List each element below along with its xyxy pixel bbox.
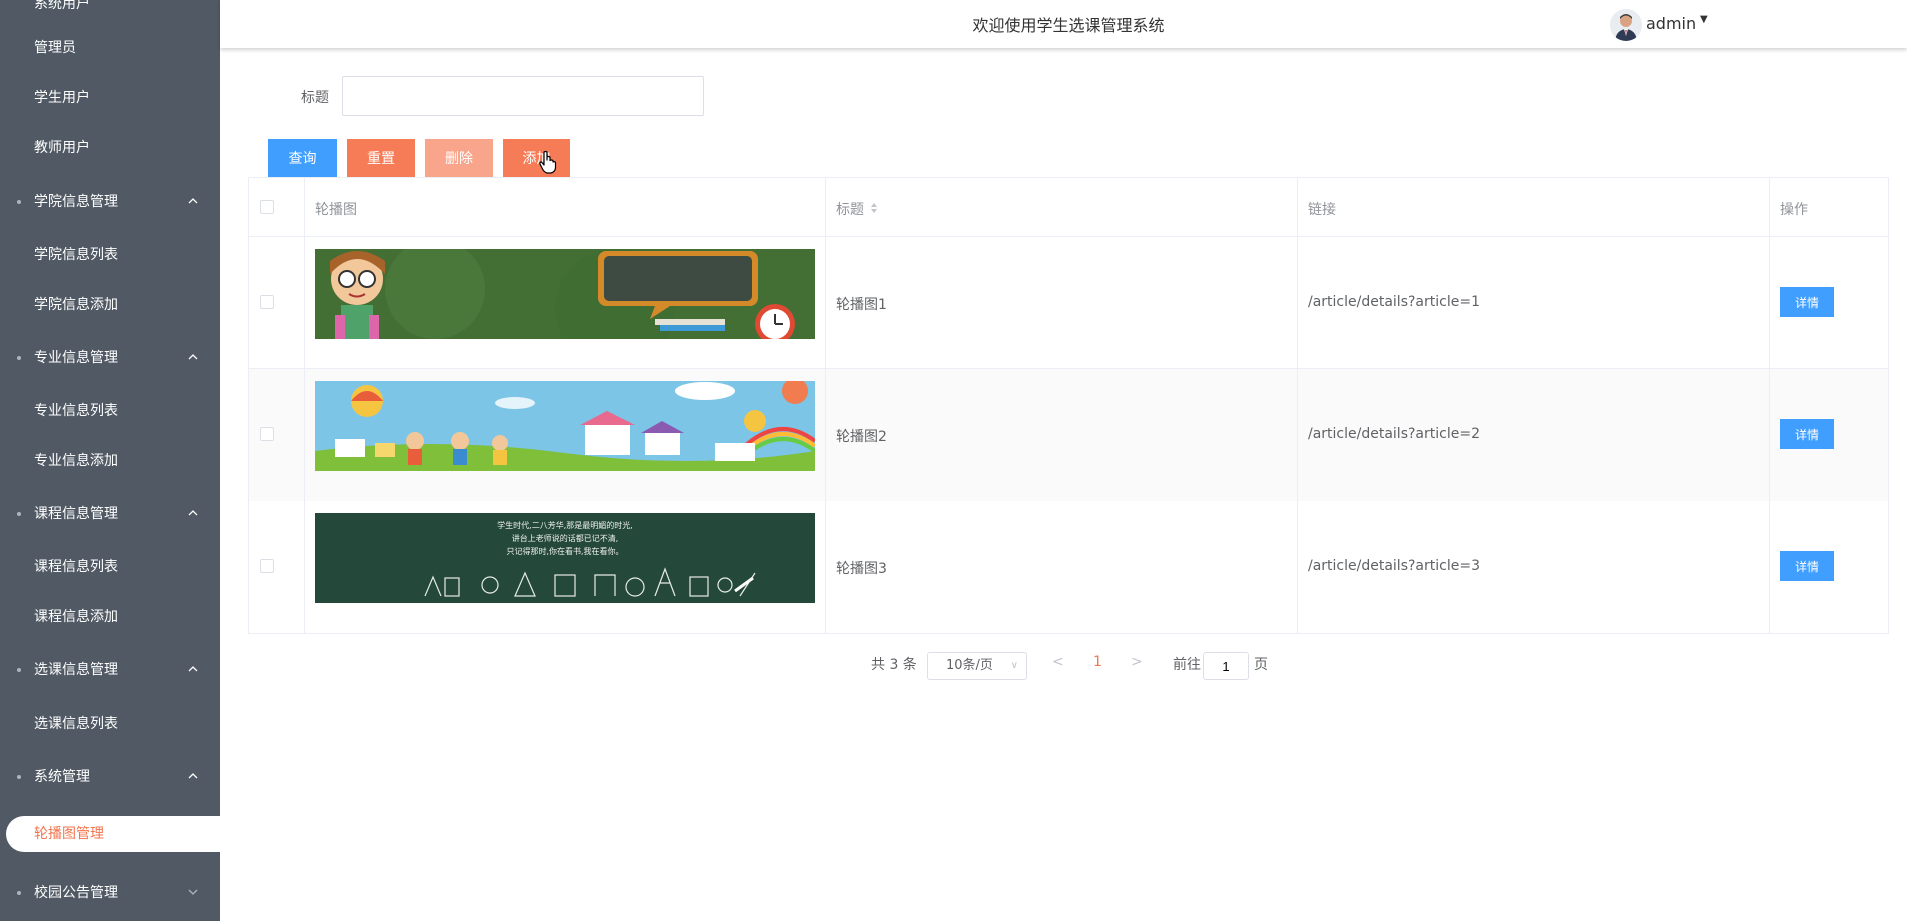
delete-button[interactable]: 删除	[425, 139, 493, 177]
sidebar-group-label: 学院信息管理	[34, 194, 118, 210]
bullet-icon	[17, 891, 21, 895]
sidebar-item-selection-list[interactable]: 选课信息列表	[0, 704, 220, 744]
table-row: 轮播图2 /article/details?article=2 详情	[249, 369, 1888, 501]
bullet-icon	[17, 200, 21, 204]
chevron-up-icon	[188, 650, 202, 690]
sidebar-item-label: 学生用户	[34, 90, 90, 106]
user-name: admin	[1646, 14, 1697, 33]
carousel-image: 学生时代,二八芳华,那是最明媚的时光, 讲台上老师说的话都已记不清, 只记得那时…	[315, 513, 815, 603]
sidebar-item-teacher-users[interactable]: 教师用户	[0, 128, 220, 168]
sidebar-item-label: 专业信息添加	[34, 453, 118, 469]
sidebar-item-label: 专业信息列表	[34, 403, 118, 419]
sidebar-item-label: 教师用户	[34, 140, 90, 156]
sidebar-group-label: 选课信息管理	[34, 662, 118, 678]
bullet-icon	[17, 356, 21, 360]
row-title: 轮播图3	[836, 561, 887, 577]
row-title: 轮播图1	[836, 297, 887, 313]
banner-text-line: 只记得那时,你在看书,我在看你。	[506, 547, 624, 556]
sidebar-group-selection[interactable]: 选课信息管理	[0, 650, 220, 690]
carousel-image	[315, 381, 815, 471]
chevron-up-icon	[188, 182, 202, 222]
row-checkbox[interactable]	[260, 559, 274, 573]
total-count: 共 3 条	[871, 657, 917, 673]
sidebar-group-label: 课程信息管理	[34, 506, 118, 522]
row-link: /article/details?article=1	[1308, 294, 1480, 310]
row-title: 轮播图2	[836, 429, 887, 445]
query-button[interactable]: 查询	[268, 139, 337, 177]
page-suffix: 页	[1254, 657, 1268, 673]
sidebar-group-label: 系统管理	[34, 769, 90, 785]
sidebar-item-student-users[interactable]: 学生用户	[0, 78, 220, 118]
select-all-checkbox[interactable]	[260, 200, 274, 214]
add-button[interactable]: 添加	[503, 139, 570, 177]
sidebar-group-major[interactable]: 专业信息管理	[0, 338, 220, 378]
sidebar-group-label: 校园公告管理	[34, 885, 118, 901]
sidebar-item-label: 学院信息添加	[34, 297, 118, 313]
carousel-table: 轮播图 标题 链接 操作 轮播图1 /article/details?artic…	[248, 177, 1889, 634]
column-header-image: 轮播图	[315, 202, 357, 218]
bullet-icon	[17, 512, 21, 516]
banner-text-line: 学生时代,二八芳华,那是最明媚的时光,	[497, 521, 633, 530]
sidebar-item-system-users[interactable]: 系统用户	[0, 0, 220, 24]
chevron-down-icon: ∨	[1010, 660, 1018, 671]
sidebar-item-carousel[interactable]: 轮播图管理	[6, 816, 220, 852]
sidebar-item-admin[interactable]: 管理员	[0, 28, 220, 68]
goto-label: 前往	[1173, 657, 1201, 673]
sidebar-item-label: 轮播图管理	[34, 826, 104, 842]
detail-button[interactable]: 详情	[1780, 287, 1834, 317]
reset-button[interactable]: 重置	[347, 139, 415, 177]
top-bar: 欢迎使用学生选课管理系统 admin ▼	[220, 0, 1907, 48]
chevron-up-icon	[188, 494, 202, 534]
table-row: 轮播图1 /article/details?article=1 详情	[249, 237, 1888, 369]
column-header-action: 操作	[1780, 202, 1808, 218]
carousel-image	[315, 249, 815, 339]
title-search-input[interactable]	[342, 76, 704, 116]
current-page[interactable]: 1	[1093, 654, 1102, 670]
goto-page-input[interactable]	[1203, 652, 1249, 680]
sidebar-group-label: 专业信息管理	[34, 350, 118, 366]
sidebar-item-label: 管理员	[34, 40, 76, 56]
sidebar: 系统用户 管理员 学生用户 教师用户 学院信息管理 学院信息列表 学院信息添加 …	[0, 0, 220, 921]
row-checkbox[interactable]	[260, 427, 274, 441]
sidebar-group-announcement[interactable]: 校园公告管理	[0, 873, 220, 913]
row-link: /article/details?article=2	[1308, 426, 1480, 442]
sidebar-item-label: 选课信息列表	[34, 716, 118, 732]
sidebar-group-system[interactable]: 系统管理	[0, 757, 220, 797]
next-page-icon[interactable]: >	[1131, 654, 1143, 670]
sidebar-item-label: 课程信息添加	[34, 609, 118, 625]
sidebar-item-college-list[interactable]: 学院信息列表	[0, 235, 220, 275]
row-checkbox[interactable]	[260, 295, 274, 309]
prev-page-icon[interactable]: <	[1052, 654, 1064, 670]
sidebar-item-label: 系统用户	[34, 0, 90, 12]
hand-cursor-icon	[539, 150, 557, 174]
row-link: /article/details?article=3	[1308, 558, 1480, 574]
search-label: 标题	[301, 90, 329, 106]
detail-button[interactable]: 详情	[1780, 419, 1834, 449]
detail-button[interactable]: 详情	[1780, 551, 1834, 581]
sidebar-item-label: 课程信息列表	[34, 559, 118, 575]
page-size-value: 10条/页	[946, 658, 993, 673]
bullet-icon	[17, 668, 21, 672]
sort-icon[interactable]	[870, 202, 878, 214]
caret-down-icon: ▼	[1700, 14, 1708, 25]
sidebar-group-college[interactable]: 学院信息管理	[0, 182, 220, 222]
column-header-link: 链接	[1308, 202, 1336, 218]
sidebar-group-course[interactable]: 课程信息管理	[0, 494, 220, 534]
bullet-icon	[17, 775, 21, 779]
page-size-select[interactable]: 10条/页 ∨	[927, 652, 1027, 680]
sidebar-item-college-add[interactable]: 学院信息添加	[0, 285, 220, 325]
chevron-up-icon	[188, 338, 202, 378]
sidebar-item-major-add[interactable]: 专业信息添加	[0, 441, 220, 481]
avatar	[1610, 9, 1642, 41]
sidebar-item-course-add[interactable]: 课程信息添加	[0, 597, 220, 637]
chevron-down-icon	[188, 873, 202, 913]
banner-text-line: 讲台上老师说的话都已记不清,	[511, 534, 619, 543]
sidebar-item-course-list[interactable]: 课程信息列表	[0, 547, 220, 587]
chevron-up-icon	[188, 757, 202, 797]
table-row: 学生时代,二八芳华,那是最明媚的时光, 讲台上老师说的话都已记不清, 只记得那时…	[249, 501, 1888, 633]
column-header-title[interactable]: 标题	[836, 199, 864, 219]
sidebar-item-major-list[interactable]: 专业信息列表	[0, 391, 220, 431]
sidebar-item-label: 学院信息列表	[34, 247, 118, 263]
